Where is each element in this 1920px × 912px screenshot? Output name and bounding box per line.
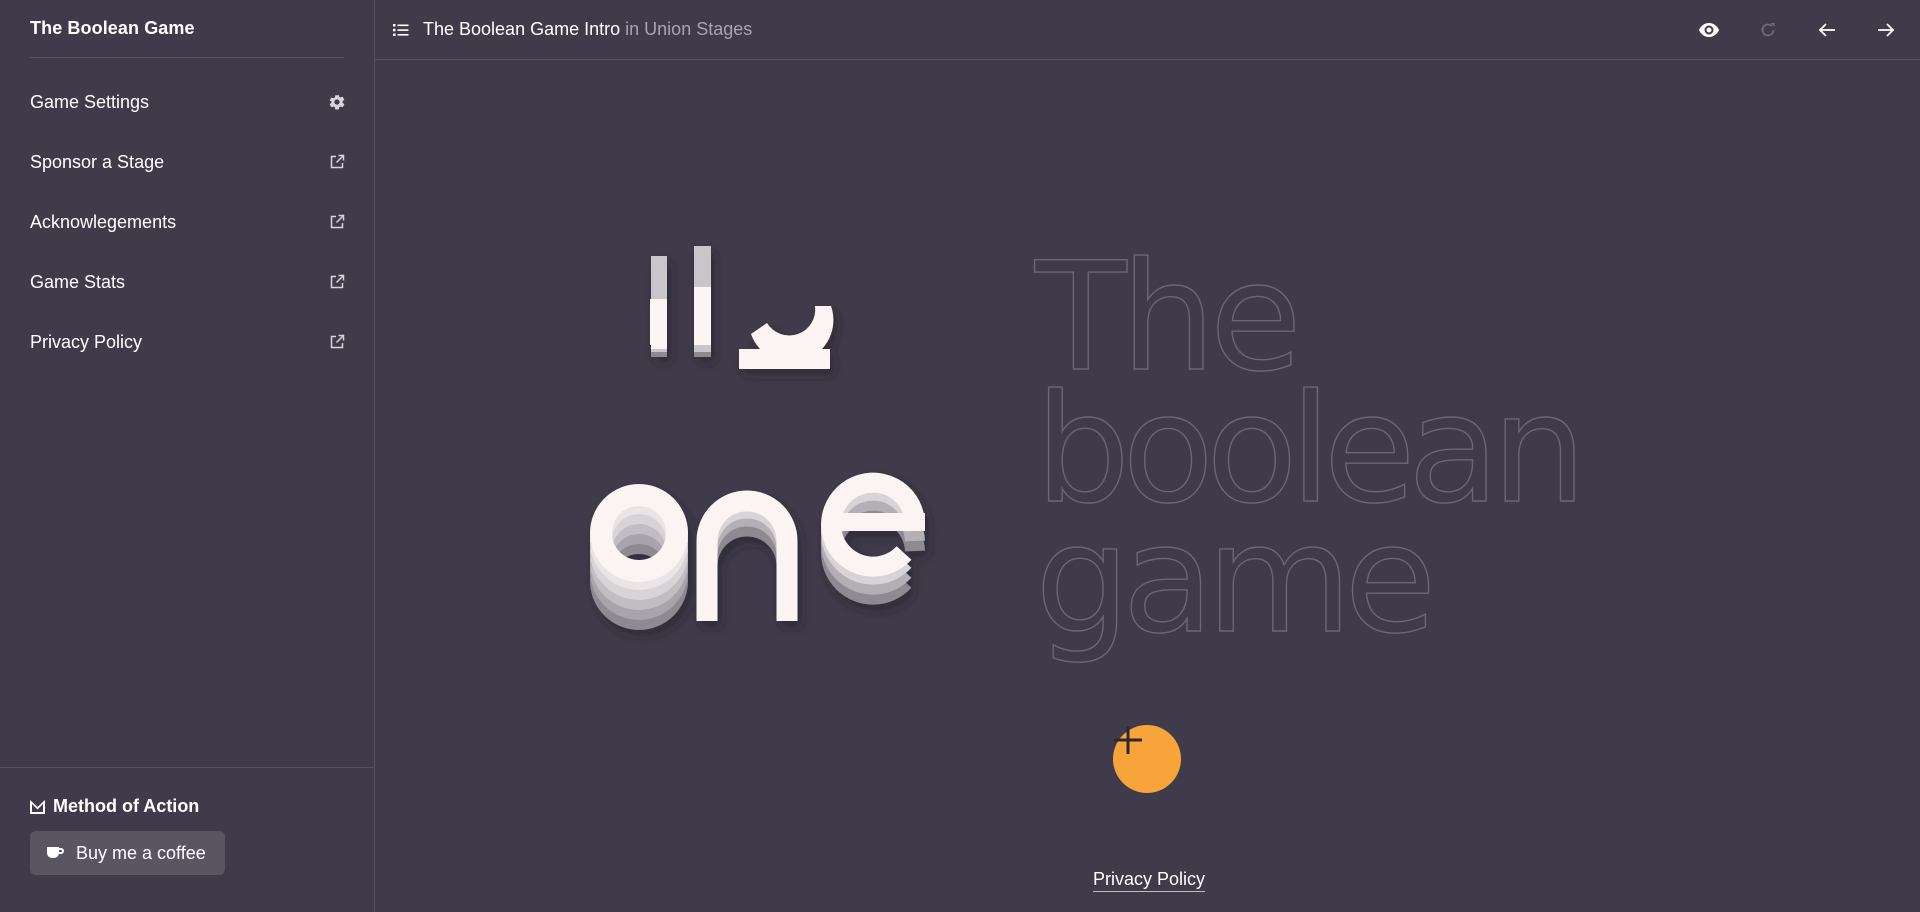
add-shape-button[interactable] (1113, 725, 1181, 793)
outline-target-text: The boolean game (1033, 230, 1587, 667)
stage-section[interactable]: Union Stages (644, 19, 752, 39)
sidebar-item-privacy-policy[interactable]: Privacy Policy (0, 312, 374, 372)
sidebar-header: The Boolean Game (30, 0, 344, 58)
gear-icon (328, 93, 346, 111)
toolbar (1674, 0, 1910, 60)
sidebar-item-label: Privacy Policy (30, 331, 143, 352)
main: The Boolean Game Intro in Union Stages T… (375, 0, 1920, 912)
sidebar-nav: Game Settings Sponsor a Stage Acknowlege… (0, 72, 374, 372)
sidebar-item-game-stats[interactable]: Game Stats (0, 252, 374, 312)
breadcrumb-separator: in (625, 19, 640, 39)
sidebar-item-game-settings[interactable]: Game Settings (0, 72, 374, 132)
game-stage: The boolean game Privacy Policy (375, 61, 1920, 912)
sidebar-item-label: Game Settings (30, 91, 150, 112)
buy-me-a-coffee-button[interactable]: Buy me a coffee (30, 831, 225, 875)
shape-word-one (590, 472, 925, 630)
sidebar-item-label: Game Stats (30, 271, 126, 292)
external-link-icon (328, 273, 346, 291)
app: The Boolean Game Game Settings Sponsor a… (0, 0, 1920, 912)
breadcrumb: The Boolean Game Intro in Union Stages (423, 19, 752, 40)
outline-line-game: game (1035, 493, 1429, 667)
arrow-left-icon[interactable] (1803, 6, 1851, 54)
sidebar-footer: Method of Action Buy me a coffee (0, 767, 374, 912)
method-of-action-logo (30, 799, 45, 814)
sidebar-title: The Boolean Game (30, 18, 195, 38)
brand[interactable]: Method of Action (30, 796, 344, 817)
privacy-policy-link[interactable]: Privacy Policy (1093, 869, 1206, 892)
sidebar: The Boolean Game Game Settings Sponsor a… (0, 0, 375, 912)
sidebar-item-label: Acknowlegements (30, 211, 177, 232)
eye-icon[interactable] (1685, 6, 1733, 54)
external-link-icon (328, 153, 346, 171)
shape-word-the (650, 246, 834, 369)
list-icon[interactable] (393, 23, 409, 37)
topbar: The Boolean Game Intro in Union Stages (375, 0, 1920, 60)
brand-name: Method of Action (53, 796, 200, 816)
arrow-right-icon[interactable] (1862, 6, 1910, 54)
sidebar-item-label: Sponsor a Stage (30, 151, 165, 172)
refresh-icon[interactable] (1744, 6, 1792, 54)
stage-title: The Boolean Game Intro (423, 19, 621, 39)
sidebar-item-sponsor-a-stage[interactable]: Sponsor a Stage (0, 132, 374, 192)
external-link-icon (328, 333, 346, 351)
coffee-label: Buy me a coffee (76, 842, 206, 863)
coffee-cup-icon (46, 846, 64, 860)
external-link-icon (328, 213, 346, 231)
sidebar-item-acknowlegements[interactable]: Acknowlegements (0, 192, 374, 252)
